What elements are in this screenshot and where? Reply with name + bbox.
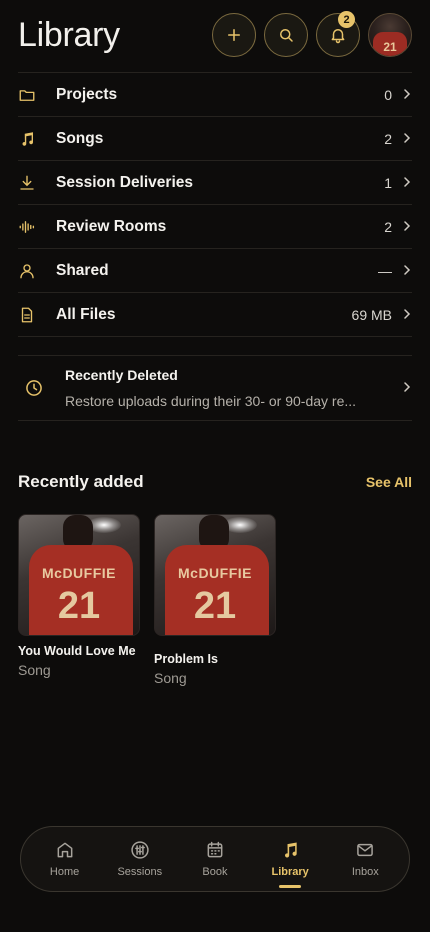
tab-book[interactable]: Book <box>180 840 250 878</box>
row-count: 2 <box>384 218 392 235</box>
row-label: All Files <box>56 305 116 323</box>
library-row-session-deliveries[interactable]: Session Deliveries 1 <box>18 161 412 205</box>
row-count: 0 <box>384 86 392 103</box>
song-card[interactable]: McDUFFIE 21 Problem Is Song <box>154 514 276 686</box>
recently-deleted-subtitle: Restore uploads during their 30- or 90-d… <box>65 393 357 409</box>
tab-sessions[interactable]: Sessions <box>105 840 175 878</box>
album-art: McDUFFIE 21 <box>18 514 140 636</box>
recently-added-header: Recently added See All <box>18 472 412 492</box>
tab-home[interactable]: Home <box>30 840 100 878</box>
folder-icon <box>19 89 35 101</box>
tab-library[interactable]: Library <box>255 840 325 888</box>
chevron-right-icon <box>404 308 411 319</box>
search-icon <box>280 29 293 42</box>
notifications-button[interactable]: 2 <box>316 11 360 57</box>
chevron-right-icon <box>404 88 411 99</box>
download-icon <box>20 175 34 190</box>
bell-icon <box>331 29 345 44</box>
song-type: Song <box>18 662 51 678</box>
song-card[interactable]: McDUFFIE 21 You Would Love Me Song <box>18 514 140 686</box>
library-row-songs[interactable]: Songs 2 <box>18 117 412 161</box>
recently-added-list: McDUFFIE 21 You Would Love Me Song McDUF… <box>18 514 290 686</box>
waveform-icon <box>19 220 35 233</box>
row-count: 69 MB <box>351 306 392 323</box>
recently-deleted-title: Recently Deleted <box>65 367 178 383</box>
sliders-icon <box>131 841 149 859</box>
row-count: — <box>378 262 392 279</box>
row-label: Review Rooms <box>56 217 167 235</box>
library-row-projects[interactable]: Projects 0 <box>18 73 412 117</box>
row-count: 1 <box>384 174 392 191</box>
home-icon <box>57 842 73 858</box>
library-row-review-rooms[interactable]: Review Rooms 2 <box>18 205 412 249</box>
file-icon <box>21 307 33 322</box>
row-count: 2 <box>384 130 392 147</box>
song-title: Problem Is <box>154 652 218 666</box>
song-type: Song <box>154 670 187 686</box>
see-all-link[interactable]: See All <box>366 474 412 490</box>
row-label: Session Deliveries <box>56 173 193 191</box>
header: Library 2 21 <box>18 10 412 60</box>
row-label: Projects <box>56 85 118 103</box>
clock-icon <box>26 380 42 396</box>
plus-icon <box>228 29 240 41</box>
library-row-all-files[interactable]: All Files 69 MB <box>18 293 412 337</box>
row-label: Songs <box>56 129 104 147</box>
calendar-icon <box>207 841 223 858</box>
section-title: Recently added <box>18 472 144 491</box>
library-list: Projects 0 Songs 2 Session Deliveries 1 … <box>18 72 412 337</box>
song-title: You Would Love Me <box>18 644 136 658</box>
add-button[interactable] <box>212 13 256 57</box>
search-button[interactable] <box>264 13 308 57</box>
mail-icon <box>357 843 374 857</box>
tab-inbox[interactable]: Inbox <box>330 840 400 878</box>
recently-deleted-row[interactable]: Recently Deleted Restore uploads during … <box>18 355 412 421</box>
music-note-icon <box>285 842 297 858</box>
notification-badge: 2 <box>338 11 355 28</box>
row-label: Shared <box>56 261 109 279</box>
chevron-right-icon <box>404 264 411 275</box>
page-title: Library <box>18 15 120 54</box>
chevron-right-icon <box>404 382 411 392</box>
active-tab-indicator <box>279 885 302 888</box>
person-icon <box>20 263 34 278</box>
chevron-right-icon <box>404 176 411 187</box>
library-row-shared[interactable]: Shared — <box>18 249 412 293</box>
chevron-right-icon <box>404 132 411 143</box>
avatar[interactable]: 21 <box>368 13 412 57</box>
bottom-tab-bar: Home Sessions Book Library Inbox <box>20 826 410 892</box>
chevron-right-icon <box>404 220 411 231</box>
music-note-icon <box>22 131 33 146</box>
album-art: McDUFFIE 21 <box>154 514 276 636</box>
